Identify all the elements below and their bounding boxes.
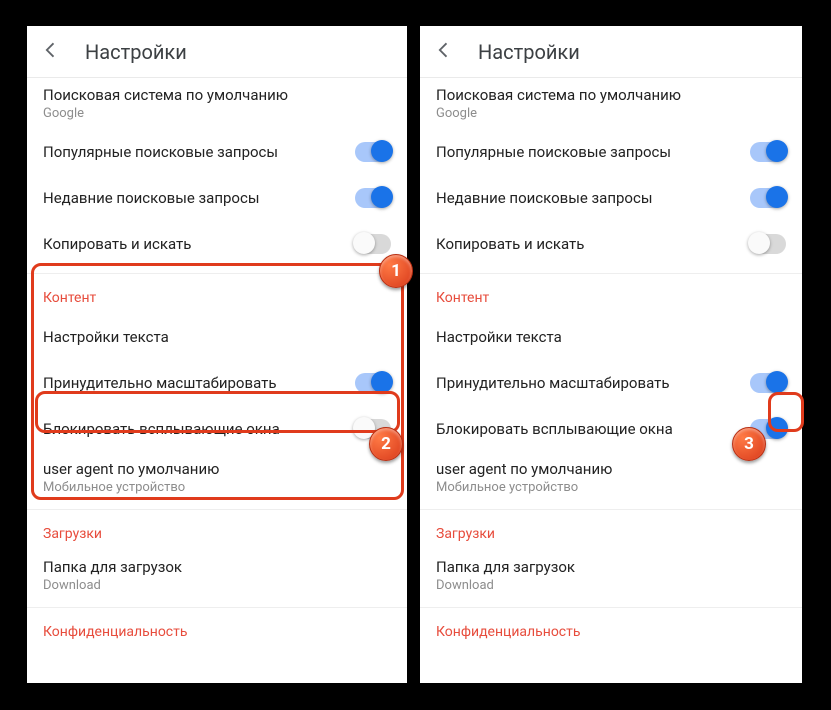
page-title: Настройки (85, 40, 187, 64)
back-icon[interactable] (41, 40, 61, 64)
section-content: Контент (27, 273, 407, 314)
row-block-popups[interactable]: Блокировать всплывающие окна (420, 406, 802, 452)
section-downloads: Загрузки (420, 509, 802, 550)
row-popular-searches[interactable]: Популярные поисковые запросы (27, 129, 407, 175)
row-download-folder[interactable]: Папка для загрузок Download (420, 550, 802, 601)
row-block-popups[interactable]: Блокировать всплывающие окна (27, 406, 407, 452)
row-copy-search[interactable]: Копировать и искать (420, 221, 802, 267)
row-user-agent[interactable]: user agent по умолчанию Мобильное устрой… (27, 452, 407, 503)
row-force-zoom[interactable]: Принудительно масштабировать (420, 360, 802, 406)
row-popular-searches[interactable]: Популярные поисковые запросы (420, 129, 802, 175)
toggle-force-zoom[interactable] (355, 373, 391, 393)
row-search-engine[interactable]: Поисковая система по умолчанию Google (27, 78, 407, 129)
row-recent-searches[interactable]: Недавние поисковые запросы (420, 175, 802, 221)
section-downloads: Загрузки (27, 509, 407, 550)
page-title: Настройки (478, 40, 580, 64)
back-icon[interactable] (434, 40, 454, 64)
toggle-copy-search[interactable] (750, 234, 786, 254)
row-text-settings[interactable]: Настройки текста (420, 314, 802, 360)
toggle-block-popups[interactable] (355, 419, 391, 439)
toggle-block-popups[interactable] (750, 419, 786, 439)
row-force-zoom[interactable]: Принудительно масштабировать (27, 360, 407, 406)
toggle-popular-searches[interactable] (355, 142, 391, 162)
row-text-settings[interactable]: Настройки текста (27, 314, 407, 360)
toggle-force-zoom[interactable] (750, 373, 786, 393)
section-privacy: Конфиденциальность (27, 607, 407, 648)
toggle-popular-searches[interactable] (750, 142, 786, 162)
screenshot-left: Настройки Поисковая система по умолчанию… (27, 26, 407, 683)
search-engine-value: Google (43, 106, 288, 121)
row-download-folder[interactable]: Папка для загрузок Download (27, 550, 407, 601)
search-engine-label: Поисковая система по умолчанию (43, 86, 288, 104)
toggle-recent-searches[interactable] (750, 188, 786, 208)
row-user-agent[interactable]: user agent по умолчанию Мобильное устрой… (420, 452, 802, 503)
section-content: Контент (420, 273, 802, 314)
app-bar: Настройки (27, 26, 407, 78)
toggle-copy-search[interactable] (355, 234, 391, 254)
app-bar: Настройки (420, 26, 802, 78)
row-recent-searches[interactable]: Недавние поисковые запросы (27, 175, 407, 221)
section-privacy: Конфиденциальность (420, 607, 802, 648)
screenshot-right: Настройки Поисковая система по умолчанию… (420, 26, 802, 683)
row-copy-search[interactable]: Копировать и искать (27, 221, 407, 267)
row-search-engine[interactable]: Поисковая система по умолчанию Google (420, 78, 802, 129)
toggle-recent-searches[interactable] (355, 188, 391, 208)
